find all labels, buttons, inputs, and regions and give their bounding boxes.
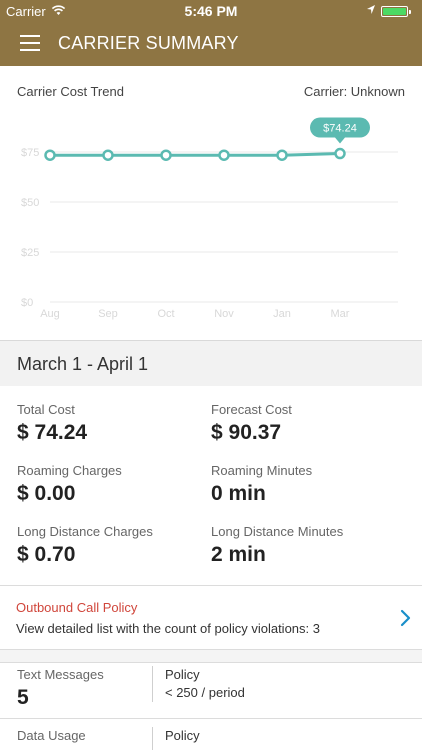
text-messages-label: Text Messages [17,667,104,682]
total-cost-value: $ 74.24 [17,421,88,444]
data-point [334,147,346,160]
forecast-cost-label: Forecast Cost [211,402,292,417]
section-spacer [0,650,422,662]
long-distance-charges-value: $ 0.70 [17,543,76,566]
outbound-call-policy-row[interactable]: Outbound Call Policy View detailed list … [0,586,422,650]
y-tick-label: $75 [21,147,39,159]
text-messages-value: 5 [17,686,29,709]
y-tick-label: $25 [21,247,39,259]
forecast-cost-stat: Forecast Cost $ 90.37 [211,402,292,445]
roaming-minutes-stat: Roaming Minutes 0 min [211,463,312,506]
status-bar: Carrier 5:46 PM [0,0,422,22]
long-distance-charges-label: Long Distance Charges [17,524,153,539]
y-tick-label: $50 [21,197,39,209]
data-point [44,149,56,161]
divider [0,662,422,663]
text-policy-value: < 250 / period [165,685,245,700]
text-policy-label: Policy [165,667,200,682]
roaming-charges-label: Roaming Charges [17,463,122,478]
total-cost-stat: Total Cost $ 74.24 [17,402,87,445]
long-distance-charges-stat: Long Distance Charges $ 0.70 [17,524,153,567]
status-time: 5:46 PM [184,3,238,19]
value-tooltip-pointer [335,137,345,144]
period-label: March 1 - April 1 [17,354,149,374]
x-tick-label: Nov [214,308,234,320]
policy-description: View detailed list with the count of pol… [16,621,320,636]
battery-icon [381,6,411,17]
series-line [50,152,341,157]
location-arrow-icon [366,4,376,18]
x-tick-label: Jan [273,308,291,320]
roaming-minutes-value: 0 min [211,482,266,505]
x-tick-label: Aug [40,308,60,320]
carrier-cost-chart-card: Carrier Cost Trend Carrier: Unknown $0 $2… [0,66,422,340]
roaming-charges-value: $ 0.00 [17,482,76,505]
data-policy-label: Policy [165,728,200,743]
long-distance-minutes-stat: Long Distance Minutes 2 min [211,524,343,567]
forecast-cost-value: $ 90.37 [211,421,282,444]
data-usage-label: Data Usage [17,728,86,743]
divider [0,718,422,719]
total-cost-label: Total Cost [17,402,75,417]
x-tick-label: Mar [331,308,350,320]
nav-bar: CARRIER SUMMARY [0,22,422,66]
long-distance-minutes-label: Long Distance Minutes [211,524,344,539]
y-tick-label: $0 [21,297,33,309]
long-distance-minutes-value: 2 min [211,543,266,566]
x-tick-label: Oct [157,308,174,320]
cost-trend-chart: $0 $25 $50 $75 Aug Sep Oct Nov Jan Mar $74.24 [21,117,398,320]
data-point [102,149,114,161]
data-point [160,149,172,161]
column-separator [152,666,153,702]
roaming-minutes-label: Roaming Minutes [211,463,313,478]
battery-fill [383,8,406,15]
column-separator [152,727,153,750]
x-tick-label: Sep [98,308,118,320]
battery-nub [409,10,411,14]
page-title: CARRIER SUMMARY [58,33,239,53]
chevron-right-icon[interactable] [398,606,414,630]
data-point [276,149,288,161]
period-header: March 1 - April 1 [0,340,422,386]
hamburger-menu-icon[interactable] [20,35,40,51]
policy-title: Outbound Call Policy [16,600,138,615]
roaming-charges-stat: Roaming Charges $ 0.00 [17,463,122,506]
value-tooltip-label: $74.24 [323,123,357,135]
data-point [218,149,230,161]
